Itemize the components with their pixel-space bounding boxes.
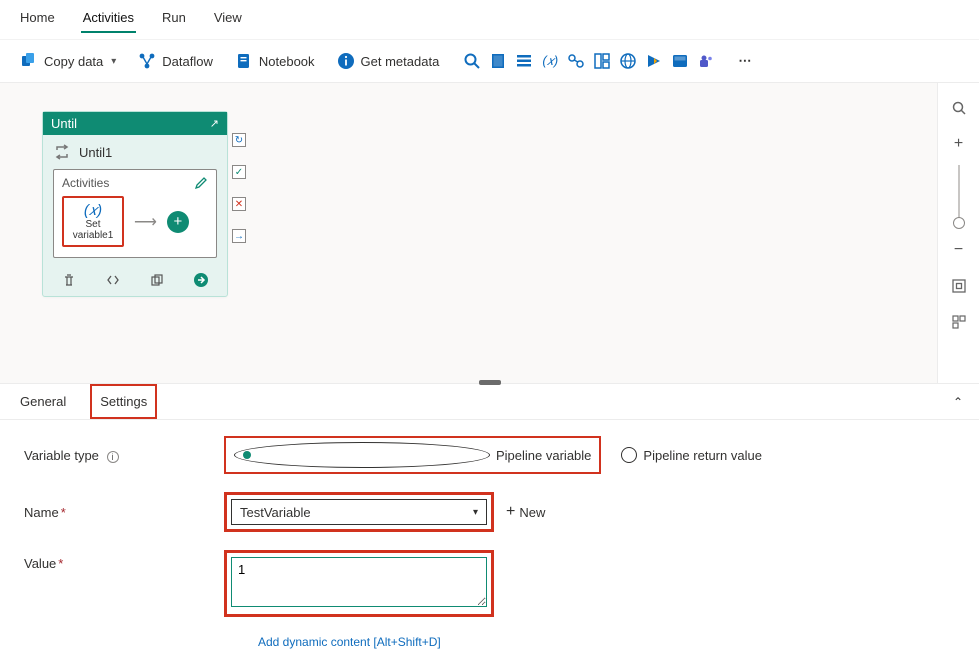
- zoom-slider[interactable]: [958, 165, 960, 223]
- set-variable-activity[interactable]: (𝑥) Set variable1: [62, 196, 124, 247]
- name-value: TestVariable: [240, 505, 311, 520]
- plus-icon: +: [506, 503, 515, 521]
- functions-icon[interactable]: [567, 52, 585, 70]
- canvas-search-icon[interactable]: [950, 99, 968, 117]
- radio-pipeline-variable[interactable]: [234, 442, 490, 468]
- notebook-icon: [235, 52, 253, 70]
- value-label: Value: [24, 556, 56, 571]
- name-label: Name: [24, 505, 59, 520]
- copy-icon[interactable]: [149, 272, 165, 288]
- notebook-label: Notebook: [259, 54, 315, 69]
- teams-icon[interactable]: [697, 52, 715, 70]
- add-activity-button[interactable]: +: [167, 211, 189, 233]
- zoom-in-icon[interactable]: +: [950, 135, 968, 153]
- info-badge-icon[interactable]: i: [107, 451, 119, 463]
- delete-icon[interactable]: [61, 272, 77, 288]
- loop-icon: [53, 143, 71, 161]
- activities-label: Activities: [62, 176, 109, 190]
- get-metadata-button[interactable]: Get metadata: [331, 48, 446, 74]
- radio-return-value[interactable]: [621, 447, 637, 463]
- setvar-line2: variable1: [73, 230, 114, 241]
- radio-return-value-label: Pipeline return value: [643, 448, 762, 463]
- layout-icon[interactable]: [950, 313, 968, 331]
- value-textarea[interactable]: [231, 557, 487, 607]
- outlook-icon[interactable]: [671, 52, 689, 70]
- fit-icon[interactable]: [950, 277, 968, 295]
- pin-4[interactable]: →: [232, 229, 246, 243]
- edit-activities-icon[interactable]: [194, 176, 208, 190]
- expand-icon[interactable]: ↗: [210, 117, 219, 130]
- web-icon[interactable]: [619, 52, 637, 70]
- canvas[interactable]: Until ↗ Until1 Activities (𝑥) Set variab…: [0, 83, 979, 383]
- power-automate-icon[interactable]: [645, 52, 663, 70]
- variable-icon: (𝑥): [84, 202, 102, 219]
- nav-activities[interactable]: Activities: [81, 6, 136, 33]
- pin-2[interactable]: ✓: [232, 165, 246, 179]
- dataflow-button[interactable]: Dataflow: [132, 48, 219, 74]
- variable-icon[interactable]: (𝑥): [541, 52, 559, 70]
- search-icon[interactable]: [463, 52, 481, 70]
- zoom-out-icon[interactable]: −: [950, 241, 968, 259]
- copy-data-button[interactable]: Copy data ▾: [14, 48, 122, 74]
- setvar-line1: Set: [85, 219, 100, 230]
- tab-general[interactable]: General: [16, 384, 70, 419]
- chevron-down-icon: ▾: [111, 56, 116, 67]
- script-icon[interactable]: [489, 52, 507, 70]
- copy-data-icon: [20, 52, 38, 70]
- collapse-settings-icon[interactable]: ⌃: [953, 395, 963, 409]
- notebook-button[interactable]: Notebook: [229, 48, 321, 74]
- chevron-down-icon: ▾: [473, 507, 478, 518]
- dataflow-label: Dataflow: [162, 54, 213, 69]
- until-activity-card[interactable]: Until ↗ Until1 Activities (𝑥) Set variab…: [42, 111, 228, 297]
- get-metadata-label: Get metadata: [361, 54, 440, 69]
- until-name: Until1: [79, 145, 112, 160]
- tab-settings[interactable]: Settings: [90, 384, 157, 419]
- name-dropdown[interactable]: TestVariable ▾: [231, 499, 487, 525]
- template-icon[interactable]: [593, 52, 611, 70]
- variable-type-label: Variable type: [24, 448, 99, 463]
- toolbar-overflow[interactable]: ⋯: [733, 53, 757, 69]
- resize-grip[interactable]: [479, 380, 501, 385]
- nav-view[interactable]: View: [212, 6, 244, 33]
- arrow-icon: ⟶: [134, 212, 157, 232]
- add-dynamic-content-link[interactable]: Add dynamic content [Alt+Shift+D]: [258, 635, 955, 649]
- nav-run[interactable]: Run: [160, 6, 188, 33]
- until-title: Until: [51, 116, 77, 131]
- nav-home[interactable]: Home: [18, 6, 57, 33]
- list-icon[interactable]: [515, 52, 533, 70]
- new-label: New: [519, 505, 545, 520]
- radio-pipeline-variable-label: Pipeline variable: [496, 448, 591, 463]
- run-icon[interactable]: [193, 272, 209, 288]
- new-variable-button[interactable]: + New: [506, 503, 545, 521]
- dataflow-icon: [138, 52, 156, 70]
- code-icon[interactable]: [105, 272, 121, 288]
- pin-3[interactable]: ✕: [232, 197, 246, 211]
- info-icon: [337, 52, 355, 70]
- pin-1[interactable]: ↻: [232, 133, 246, 147]
- copy-data-label: Copy data: [44, 54, 103, 69]
